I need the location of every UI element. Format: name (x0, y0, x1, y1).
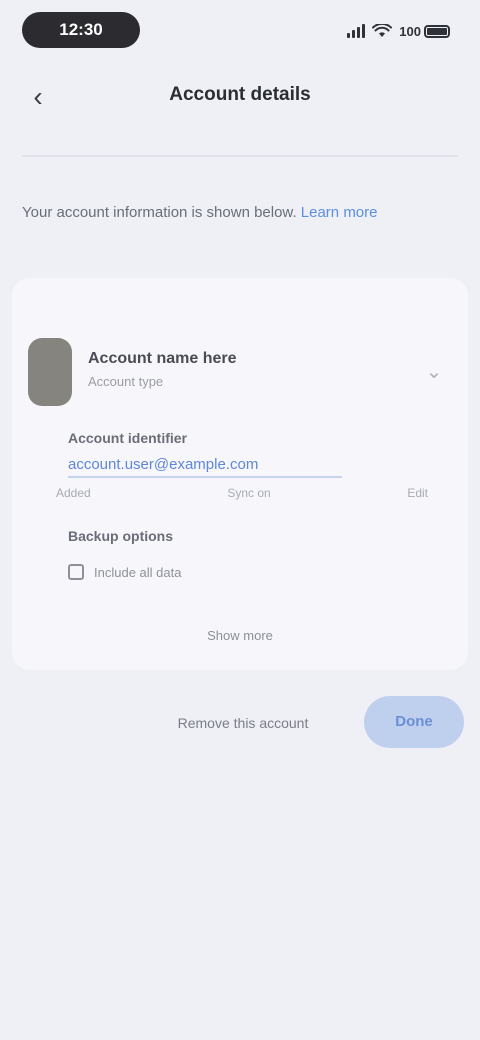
meta-left: Added (56, 486, 91, 500)
chevron-down-icon[interactable]: ⌄ (422, 360, 446, 384)
meta-right[interactable]: Edit (407, 486, 428, 500)
battery-fill (427, 27, 447, 35)
battery-indicator: 100 (399, 24, 450, 39)
battery-percent: 100 (399, 23, 421, 39)
learn-more-link[interactable]: Learn more (301, 204, 378, 221)
top-nav: ‹ Account details (0, 70, 480, 122)
account-subtitle: Account type (88, 374, 164, 389)
info-message: Your account information is shown below. (22, 204, 301, 221)
show-more-link[interactable]: Show more (12, 628, 468, 643)
done-button[interactable]: Done (364, 696, 464, 748)
signal-icon (347, 24, 366, 38)
backup-option-text: Include all data (94, 564, 182, 580)
remove-account-button[interactable]: Remove this account (150, 702, 336, 744)
account-card: Account name here Account type ⌄ Account… (12, 278, 468, 670)
status-time: 12:30 (22, 12, 140, 48)
account-identifier-value[interactable]: account.user@example.com (68, 456, 258, 473)
divider (22, 155, 458, 157)
backup-option-row[interactable]: Include all data (68, 564, 181, 580)
avatar (28, 338, 72, 406)
account-identifier-label: Account identifier (68, 430, 188, 446)
wifi-icon (372, 24, 393, 37)
info-text: Your account information is shown below.… (22, 202, 452, 224)
page-title: Account details (169, 84, 311, 105)
battery-icon (424, 24, 450, 38)
meta-center: Sync on (227, 486, 271, 500)
status-icons: 100 (347, 20, 450, 42)
status-bar: 12:30 100 (0, 0, 480, 64)
field-underline (68, 476, 342, 478)
checkbox[interactable] (68, 564, 84, 580)
backup-options-label: Backup options (68, 528, 174, 544)
meta-row: Added Sync on Edit (56, 486, 428, 500)
account-name[interactable]: Account name here (88, 350, 236, 368)
